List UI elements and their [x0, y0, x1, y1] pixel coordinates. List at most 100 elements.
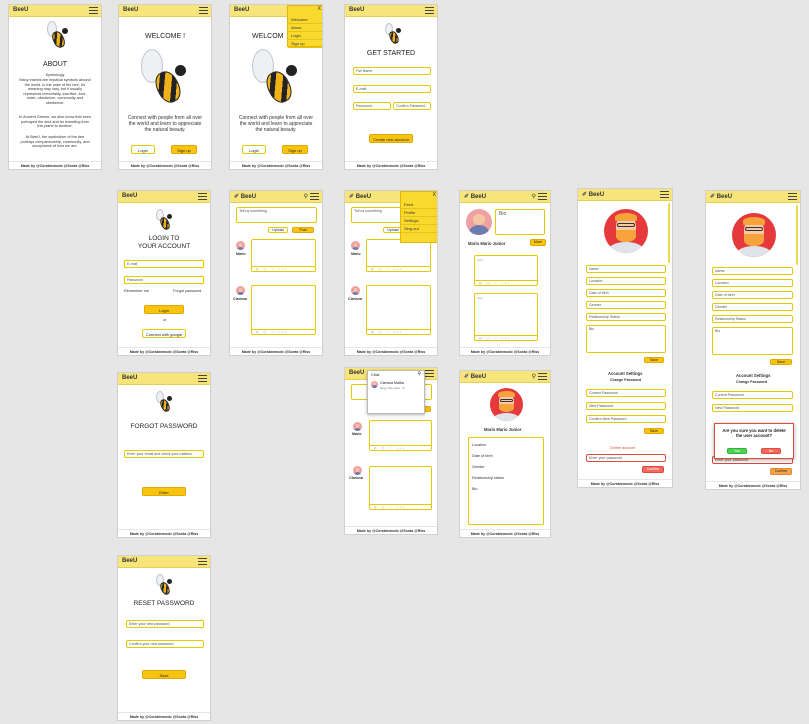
- login-button[interactable]: Login: [131, 145, 155, 154]
- upload-button[interactable]: Upload: [268, 227, 288, 233]
- hamburger-menu-icon[interactable]: [198, 558, 207, 565]
- search-icon[interactable]: ⚲: [417, 371, 421, 377]
- signup-button[interactable]: Sign up: [282, 145, 308, 154]
- password-input[interactable]: Password: [124, 276, 204, 284]
- name-field[interactable]: Name: [712, 267, 793, 275]
- forgot-password-link[interactable]: Forgot password: [173, 289, 201, 293]
- app-header: BeeU: [118, 373, 210, 385]
- post-actions[interactable]: ◎ ▢ ♡ •••: [252, 329, 315, 334]
- hamburger-menu-icon[interactable]: [660, 191, 669, 198]
- gender-field[interactable]: Gender: [586, 301, 666, 309]
- relationship-field[interactable]: Relationship Status: [712, 315, 793, 323]
- post-button[interactable]: Post: [292, 227, 314, 233]
- hamburger-menu-icon[interactable]: [198, 193, 207, 200]
- bee-illustration: [139, 47, 191, 109]
- login-button[interactable]: Login: [144, 305, 184, 314]
- location-field[interactable]: Location: [586, 277, 666, 285]
- hamburger-menu-icon[interactable]: [788, 193, 797, 200]
- no-button[interactable]: No: [761, 448, 781, 454]
- post-actions[interactable]: ◎ ▢ ♡ •••: [475, 335, 537, 340]
- avatar[interactable]: [371, 381, 378, 388]
- avatar[interactable]: [351, 241, 360, 250]
- bio-field[interactable]: Bio: [586, 325, 666, 353]
- hamburger-menu-icon[interactable]: [198, 375, 207, 382]
- save-button[interactable]: Save: [644, 357, 664, 363]
- save-button[interactable]: Save: [770, 359, 792, 365]
- post-actions[interactable]: ◎ ▢ ♡ •••: [367, 266, 430, 271]
- post-actions[interactable]: ◎ ▢ ♡ •••: [367, 329, 430, 334]
- new-password-input[interactable]: New Password: [586, 402, 666, 410]
- save-button[interactable]: Save: [142, 670, 186, 679]
- post-text: cool: [477, 296, 483, 300]
- confirm-password-input[interactable]: Confirm your new password: [126, 640, 204, 648]
- avatar[interactable]: [351, 286, 360, 295]
- avatar[interactable]: [236, 241, 245, 250]
- date-of-birth-field[interactable]: Date of birth: [586, 289, 666, 297]
- avatar[interactable]: [353, 422, 362, 431]
- menu-item-login[interactable]: Login: [288, 32, 322, 40]
- avatar[interactable]: [353, 466, 362, 475]
- fullname-input[interactable]: Full Name: [353, 67, 431, 75]
- relationship-field[interactable]: Relationship Status: [586, 313, 666, 321]
- more-button[interactable]: More: [530, 239, 546, 246]
- delete-confirm-button[interactable]: Confirm: [642, 466, 664, 473]
- confirm-new-password-input[interactable]: Confirm New Password: [586, 415, 666, 423]
- confirm-password-input[interactable]: Confirm Password: [393, 102, 431, 110]
- hamburger-menu-icon[interactable]: [89, 7, 98, 14]
- yes-button[interactable]: Yes: [727, 448, 747, 454]
- menu-item-feed[interactable]: Feed: [401, 201, 437, 209]
- footer-credits: Made by @Corabiemodo @Sonta @Riss: [230, 161, 322, 169]
- menu-item-welcome[interactable]: Welcome: [288, 16, 322, 24]
- location-field[interactable]: Location: [712, 279, 793, 287]
- hamburger-menu-icon[interactable]: [425, 7, 434, 14]
- create-account-button[interactable]: Create new account: [369, 134, 413, 143]
- close-icon[interactable]: X: [318, 6, 321, 12]
- hamburger-menu-icon[interactable]: [199, 7, 208, 14]
- menu-item-signout[interactable]: Sing out: [401, 225, 437, 233]
- search-icon[interactable]: ⚲: [532, 373, 536, 380]
- save-password-button[interactable]: Save: [644, 428, 664, 434]
- post-actions[interactable]: ◎ ▢ ♡ •••: [252, 266, 315, 271]
- name-field[interactable]: Name: [586, 265, 666, 273]
- brand-name: BeeU: [240, 194, 257, 200]
- close-icon[interactable]: X: [433, 192, 436, 198]
- password-input[interactable]: Password: [353, 102, 391, 110]
- menu-item-about[interactable]: About: [288, 24, 322, 32]
- search-icon[interactable]: ⚲: [532, 193, 536, 200]
- avatar[interactable]: [236, 286, 245, 295]
- brand-logo: ✐ BeeU: [582, 191, 604, 198]
- email-input[interactable]: Enter your email and check your mailbox: [124, 450, 204, 458]
- email-input[interactable]: E-mail: [124, 260, 204, 268]
- delete-password-input[interactable]: Enter your password: [586, 454, 666, 462]
- login-button[interactable]: Login: [242, 145, 266, 154]
- new-password-input[interactable]: Enter your new password: [126, 620, 204, 628]
- remember-me-checkbox[interactable]: Remember me: [124, 289, 149, 293]
- google-login-button[interactable]: Connect with google: [142, 329, 186, 338]
- compose-input[interactable]: Tell us something: [236, 207, 317, 223]
- date-of-birth-field[interactable]: Date of birth: [712, 291, 793, 299]
- brand-name: BeeU: [716, 194, 733, 200]
- menu-item-settings[interactable]: Settings: [401, 217, 437, 225]
- scrollbar[interactable]: [796, 205, 798, 265]
- bio-field[interactable]: Bio: [712, 327, 793, 355]
- post-actions[interactable]: ◎ ▢ ♡ •••: [475, 280, 537, 285]
- menu-item-profile[interactable]: Profile: [401, 209, 437, 217]
- enter-button[interactable]: Enter: [142, 487, 186, 496]
- menu-item-signup[interactable]: Sign up: [288, 40, 322, 48]
- hamburger-menu-icon[interactable]: [425, 370, 434, 377]
- hamburger-menu-icon[interactable]: [310, 193, 319, 200]
- hamburger-menu-icon[interactable]: [538, 193, 547, 200]
- scrollbar[interactable]: [668, 203, 670, 263]
- current-password-input[interactable]: Current Password: [586, 389, 666, 397]
- search-icon[interactable]: ⚲: [304, 193, 308, 200]
- delete-confirm-button[interactable]: Confirm: [770, 468, 792, 475]
- hamburger-menu-icon[interactable]: [538, 373, 547, 380]
- new-password-input[interactable]: New Password: [712, 404, 793, 412]
- email-input[interactable]: E-mail: [353, 85, 431, 93]
- post-actions[interactable]: ◎ ▢ ♡ •••: [370, 445, 431, 450]
- chat-contact-name[interactable]: Clarissa Mattia: [380, 381, 404, 385]
- signup-button[interactable]: Sign up: [171, 145, 197, 154]
- current-password-input[interactable]: Current Password: [712, 391, 793, 399]
- gender-field[interactable]: Gender: [712, 303, 793, 311]
- post-actions[interactable]: ◎ ▢ ♡ •••: [370, 504, 431, 509]
